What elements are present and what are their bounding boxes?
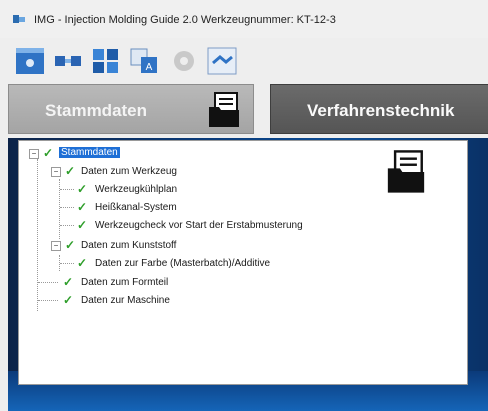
tree-node-label: Werkzeugkühlplan xyxy=(95,184,178,195)
puzzle-button[interactable] xyxy=(90,46,122,76)
tree-node-label: Daten zur Maschine xyxy=(81,295,170,306)
translate-icon: A xyxy=(130,48,157,73)
collapse-icon[interactable]: − xyxy=(29,149,39,159)
tree-connector xyxy=(38,300,58,301)
settings-button[interactable] xyxy=(14,46,46,76)
mold-icon xyxy=(55,56,81,66)
settings-icon xyxy=(16,48,44,74)
tab-stammdaten-label: Stammdaten xyxy=(45,101,148,120)
tree-node-label: Werkzeugcheck vor Start der Erstabmuster… xyxy=(95,220,303,231)
folder-icon xyxy=(209,92,239,127)
app-icon xyxy=(13,15,25,23)
collapse-icon[interactable]: − xyxy=(51,241,61,251)
tree-node-label: Heißkanal-System xyxy=(95,202,177,213)
check-icon: ✓ xyxy=(65,164,76,178)
check-icon: ✓ xyxy=(63,293,74,307)
check-icon: ✓ xyxy=(77,218,88,232)
tab-verfahrenstechnik-label: Verfahrenstechnik xyxy=(307,101,455,120)
tree-connector xyxy=(60,263,74,264)
tree-connector xyxy=(38,282,58,283)
tree-root-label: Stammdaten xyxy=(59,147,120,158)
puzzle-icon xyxy=(93,49,118,73)
tree-connector xyxy=(60,189,74,190)
tree-node-label: Daten zum Werkzeug xyxy=(81,166,177,177)
tree-connector xyxy=(37,159,38,311)
handshake-icon xyxy=(207,47,237,75)
folder-icon xyxy=(387,150,425,193)
svg-text:A: A xyxy=(146,62,153,73)
tab-stammdaten[interactable]: Stammdaten xyxy=(8,84,254,134)
translate-button[interactable]: A xyxy=(128,46,160,76)
tab-verfahrenstechnik[interactable]: Verfahrenstechnik xyxy=(270,84,488,134)
gear-disabled-icon xyxy=(174,51,194,71)
gear-button[interactable] xyxy=(168,46,200,76)
check-icon: ✓ xyxy=(65,238,76,252)
title-bar: IMG - Injection Molding Guide 2.0 Werkze… xyxy=(0,0,488,38)
tree-view[interactable]: − ✓ Stammdaten − ✓ Daten zum Werkzeug ✓ … xyxy=(18,140,468,385)
toolbar: A xyxy=(0,40,488,82)
check-icon: ✓ xyxy=(77,182,88,196)
check-icon: ✓ xyxy=(77,200,88,214)
tree-connector xyxy=(60,207,74,208)
tab-bar: Stammdaten Verfahrenstechnik xyxy=(8,84,488,138)
tree-node-label: Daten zum Formteil xyxy=(81,277,169,288)
handshake-button[interactable] xyxy=(206,46,238,76)
collapse-icon[interactable]: − xyxy=(51,167,61,177)
tree-connector xyxy=(59,179,60,239)
tree-connector xyxy=(60,225,74,226)
tree-node-label: Daten zum Kunststoff xyxy=(81,240,177,251)
mold-button[interactable] xyxy=(52,46,84,76)
check-icon: ✓ xyxy=(63,275,74,289)
window-title: IMG - Injection Molding Guide 2.0 Werkze… xyxy=(34,14,336,26)
tree-node-label: Daten zur Farbe (Masterbatch)/Additive xyxy=(95,258,271,269)
check-icon: ✓ xyxy=(77,256,88,270)
check-icon: ✓ xyxy=(43,146,54,160)
